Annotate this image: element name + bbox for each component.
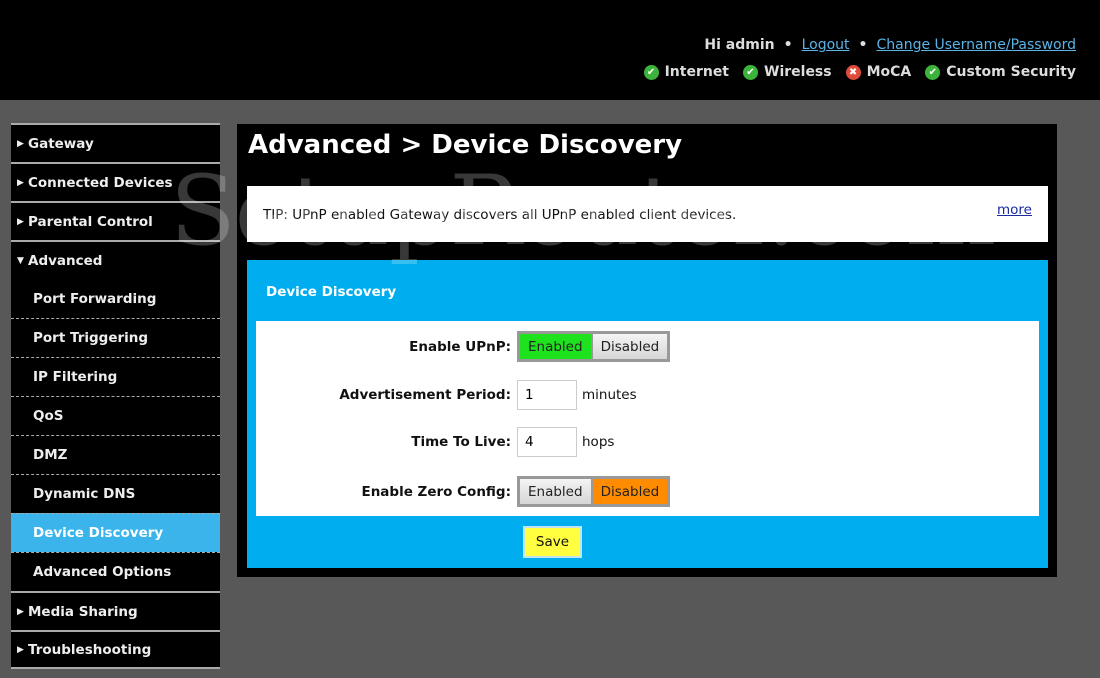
caret-right-icon: ▶ (17, 138, 24, 149)
sidebar-nav: ▶ Gateway ▶ Connected Devices ▶ Parental Cont… (11, 123, 220, 669)
sidebar-item-label: Device Discovery (33, 525, 164, 541)
minutes-unit: minutes (582, 387, 637, 403)
sidebar-item-label: Media Sharing (28, 603, 138, 620)
section-title: Device Discovery (266, 284, 397, 300)
sidebar-item-port-forwarding[interactable]: Port Forwarding (11, 279, 220, 318)
separator: • (783, 37, 793, 53)
sidebar-item-label: Troubleshooting (28, 641, 152, 658)
caret-right-icon: ▶ (17, 177, 24, 188)
enable-zero-config-label: Enable Zero Config: (361, 483, 511, 500)
status-custom-security: ✔ Custom Security (925, 64, 1076, 80)
sidebar-item-media-sharing[interactable]: ▶ Media Sharing (11, 591, 220, 630)
tip-box: TIP: UPnP enabled Gateway discovers all … (247, 186, 1048, 242)
sidebar-item-label: Port Triggering (33, 330, 149, 346)
sidebar-item-label: Gateway (28, 135, 94, 152)
upnp-disabled-button[interactable]: Disabled (592, 334, 668, 359)
user-bar: Hi admin • Logout • Change Username/Password (704, 37, 1076, 53)
sidebar-item-label: DMZ (33, 447, 68, 463)
check-circle-icon: ✔ (925, 64, 941, 80)
sidebar-item-label: Advanced (28, 252, 103, 269)
time-to-live-input[interactable] (517, 427, 577, 457)
top-header: Hi admin • Logout • Change Username/Password… (0, 0, 1100, 100)
caret-down-icon: ▼ (17, 255, 24, 266)
sidebar-item-parental-control[interactable]: ▶ Parental Control (11, 201, 220, 240)
advertisement-period-input[interactable] (517, 380, 577, 410)
greeting: Hi admin (704, 37, 775, 53)
sidebar-item-advanced[interactable]: ▼ Advanced (11, 240, 220, 279)
upnp-enabled-button[interactable]: Enabled (520, 334, 591, 359)
tip-text: TIP: UPnP enabled Gateway discovers all … (263, 207, 737, 223)
save-button[interactable]: Save (523, 526, 582, 558)
enable-upnp-row: Enable UPnP: Enabled Disabled (256, 331, 671, 362)
status-label: Wireless (764, 64, 832, 80)
page-title: Advanced > Device Discovery (248, 130, 683, 160)
enable-upnp-label: Enable UPnP: (409, 338, 511, 355)
advertisement-period-row: Advertisement Period: minutes (256, 380, 637, 410)
sidebar-item-label: QoS (33, 408, 64, 424)
status-internet: ✔ Internet (643, 64, 729, 80)
enable-zero-config-row: Enable Zero Config: Enabled Disabled (256, 476, 671, 507)
caret-right-icon: ▶ (17, 216, 24, 227)
status-bar: ✔ Internet ✔ Wireless ✖ MoCA ✔ Custom Security (643, 64, 1076, 80)
sidebar-item-dynamic-dns[interactable]: Dynamic DNS (11, 474, 220, 513)
sidebar-item-device-discovery[interactable]: Device Discovery (11, 513, 220, 552)
caret-right-icon: ▶ (17, 606, 24, 617)
sidebar-item-qos[interactable]: QoS (11, 396, 220, 435)
status-moca: ✖ MoCA (845, 64, 912, 80)
zero-config-enabled-button[interactable]: Enabled (520, 479, 591, 504)
caret-right-icon: ▶ (17, 644, 24, 655)
sidebar-item-port-triggering[interactable]: Port Triggering (11, 318, 220, 357)
sidebar-item-gateway[interactable]: ▶ Gateway (11, 123, 220, 162)
sidebar-item-connected-devices[interactable]: ▶ Connected Devices (11, 162, 220, 201)
hops-unit: hops (582, 434, 615, 450)
status-label: Custom Security (946, 64, 1076, 80)
sidebar-item-label: Port Forwarding (33, 290, 157, 307)
advertisement-period-label: Advertisement Period: (339, 387, 511, 403)
status-label: Internet (664, 64, 729, 80)
main-panel: Advanced > Device Discovery TIP: UPnP en… (237, 124, 1057, 577)
sidebar-item-ip-filtering[interactable]: IP Filtering (11, 357, 220, 396)
time-to-live-label: Time To Live: (411, 434, 511, 450)
x-circle-icon: ✖ (845, 64, 861, 80)
more-link[interactable]: more (997, 202, 1032, 218)
sidebar-item-label: Dynamic DNS (33, 486, 136, 502)
enable-zero-config-toggle: Enabled Disabled (517, 476, 671, 507)
separator: • (858, 37, 868, 53)
change-credentials-link[interactable]: Change Username/Password (876, 37, 1076, 53)
status-label: MoCA (866, 64, 912, 80)
settings-form: Enable UPnP: Enabled Disabled Advertisem… (256, 321, 1039, 516)
zero-config-disabled-button[interactable]: Disabled (592, 479, 668, 504)
sidebar-item-label: Parental Control (28, 213, 153, 230)
logout-link[interactable]: Logout (802, 37, 850, 53)
device-discovery-section: Device Discovery Enable UPnP: Enabled Di… (247, 260, 1048, 568)
sidebar-item-troubleshooting[interactable]: ▶ Troubleshooting (11, 630, 220, 669)
check-circle-icon: ✔ (643, 64, 659, 80)
sidebar-item-label: Connected Devices (28, 174, 173, 191)
check-circle-icon: ✔ (743, 64, 758, 80)
time-to-live-row: Time To Live: hops (256, 427, 614, 457)
status-wireless: ✔ Wireless (743, 64, 832, 80)
sidebar-item-dmz[interactable]: DMZ (11, 435, 220, 474)
sidebar-item-advanced-options[interactable]: Advanced Options (11, 552, 220, 591)
enable-upnp-toggle: Enabled Disabled (517, 331, 671, 362)
sidebar-item-label: Advanced Options (33, 564, 172, 580)
sidebar-item-label: IP Filtering (33, 369, 118, 385)
